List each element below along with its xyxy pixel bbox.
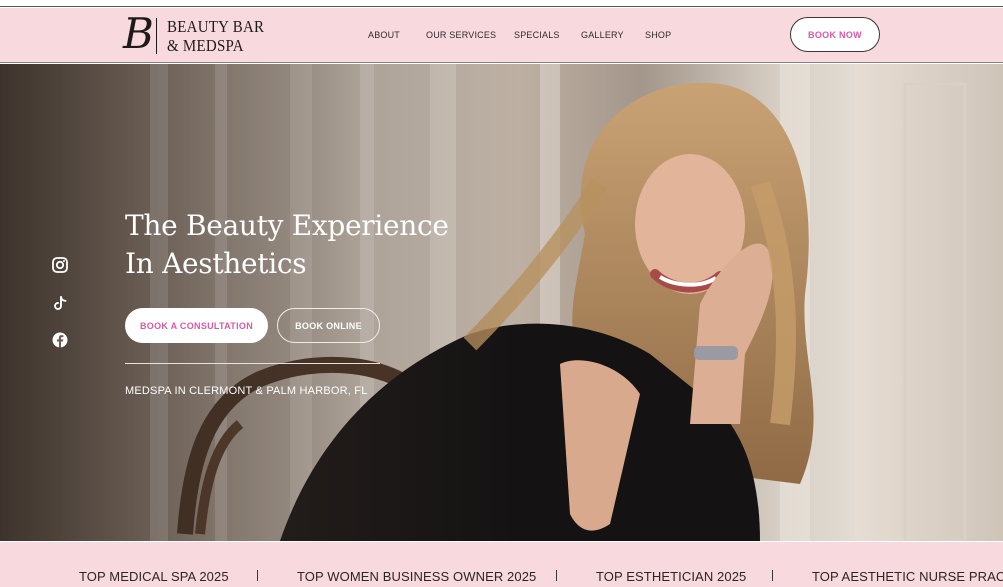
ticker-item: TOP WOMEN BUSINESS OWNER 2025 (297, 569, 537, 584)
hero-overlay (0, 64, 520, 541)
awards-ticker: TOP MEDICAL SPA 2025 TOP WOMEN BUSINESS … (0, 542, 1003, 587)
nav-shop[interactable]: SHOP (645, 30, 671, 40)
logo-divider (156, 18, 157, 54)
instagram-icon[interactable] (51, 256, 69, 274)
hero-divider (125, 363, 380, 364)
facebook-icon[interactable] (51, 331, 69, 349)
ticker-separator (772, 570, 773, 581)
book-now-button[interactable]: BOOK NOW (790, 17, 880, 52)
logo-wordmark: BEAUTY BAR & MEDSPA (167, 17, 264, 55)
hero-section: The Beauty Experience In Aesthetics BOOK… (0, 64, 1003, 541)
browser-top-edge (0, 0, 1003, 7)
ticker-separator (257, 570, 258, 581)
book-consultation-button[interactable]: BOOK A CONSULTATION (125, 308, 268, 343)
logo-monogram: B (123, 9, 154, 58)
tiktok-icon[interactable] (51, 294, 69, 312)
hero-title-line-1: The Beauty Experience (125, 209, 449, 242)
ticker-item: TOP MEDICAL SPA 2025 (79, 569, 229, 584)
site-header: B BEAUTY BAR & MEDSPA ABOUT OUR SERVICES… (0, 8, 1003, 63)
ticker-item: TOP ESTHETICIAN 2025 (596, 569, 747, 584)
hero-title: The Beauty Experience In Aesthetics (125, 207, 449, 283)
hero-title-line-2: In Aesthetics (125, 247, 307, 280)
nav-specials[interactable]: SPECIALS (514, 30, 560, 40)
logo-line-1: BEAUTY BAR (167, 17, 265, 36)
ticker-separator (556, 570, 557, 581)
logo-line-2: & MEDSPA (167, 36, 244, 55)
hero-location-subtitle: MEDSPA IN CLERMONT & PALM HARBOR, FL (125, 385, 368, 397)
nav-about[interactable]: ABOUT (368, 30, 400, 40)
nav-our-services[interactable]: OUR SERVICES (426, 30, 496, 40)
nav-gallery[interactable]: GALLERY (581, 30, 624, 40)
book-online-button[interactable]: BOOK ONLINE (277, 308, 380, 343)
brand-logo[interactable]: B BEAUTY BAR & MEDSPA (123, 10, 264, 58)
ticker-item: TOP AESTHETIC NURSE PRACTIT (812, 569, 1003, 584)
